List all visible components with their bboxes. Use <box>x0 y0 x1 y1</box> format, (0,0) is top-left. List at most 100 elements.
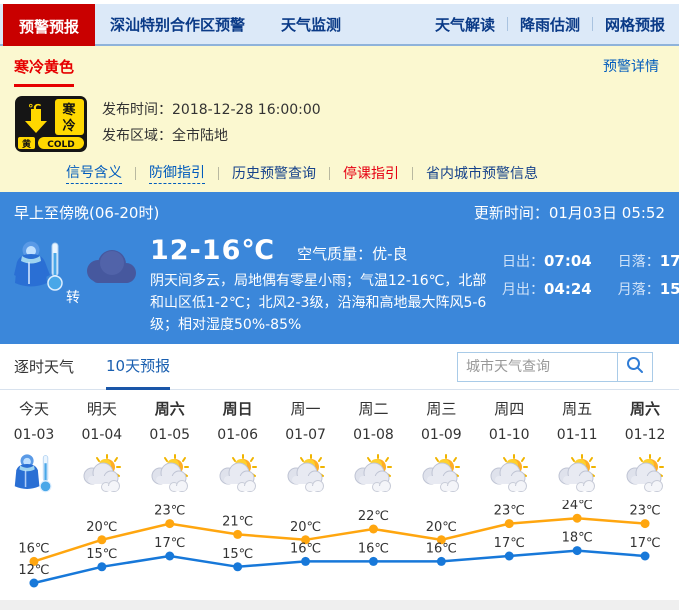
temp-label: 21℃ <box>222 514 253 529</box>
transition-label: 转 <box>66 287 80 307</box>
publish-area-line: 发布区域：全市陆地 <box>102 123 321 149</box>
temp-point <box>505 519 514 528</box>
forecast-day-column[interactable]: 周日01-06 <box>204 390 272 500</box>
overcast-cloud-icon <box>82 247 140 293</box>
nav-link[interactable]: 天气解读 <box>435 14 495 35</box>
alert-link[interactable]: 停课指引 <box>343 163 399 183</box>
forecast-day-column[interactable]: 周五01-11 <box>543 390 611 500</box>
day-date: 01-05 <box>136 422 204 448</box>
temp-label: 17℃ <box>629 536 660 551</box>
forecast-day-column[interactable]: 周二01-08 <box>340 390 408 500</box>
temp-point <box>97 562 106 571</box>
alert-type-tab[interactable]: 寒冷黄色 <box>14 56 74 87</box>
temp-label: 23℃ <box>629 504 660 519</box>
day-date: 01-03 <box>0 422 68 448</box>
temp-label: 16℃ <box>358 541 389 556</box>
nav-tab[interactable]: 深汕特别合作区预警 <box>110 14 245 35</box>
partly-cloudy-icon <box>68 448 136 500</box>
search-button[interactable] <box>617 352 653 382</box>
partly-cloudy-icon <box>543 448 611 500</box>
cold-yellow-alert-icon: ℃ 寒 冷 黄 COLD <box>14 95 88 153</box>
temp-point <box>165 519 174 528</box>
svg-text:寒: 寒 <box>61 102 76 118</box>
temp-line <box>34 518 645 561</box>
alert-link[interactable]: 信号含义 <box>66 162 122 184</box>
temp-line <box>34 551 645 583</box>
cold-person-icon <box>14 239 66 299</box>
sun-moon-value: 15:44 <box>660 280 679 298</box>
day-date: 01-08 <box>340 422 408 448</box>
current-weather-section: 早上至傍晚(06-20时) 更新时间：01月03日 05:52 <box>0 192 679 344</box>
forecast-day-column[interactable]: 周六01-12 <box>611 390 679 500</box>
publish-time-value: 2018-12-28 16:00:00 <box>172 102 321 118</box>
temp-label: 20℃ <box>86 520 117 535</box>
temp-point <box>641 552 650 561</box>
temp-point <box>369 525 378 534</box>
day-date: 01-07 <box>272 422 340 448</box>
temp-label: 17℃ <box>154 536 185 551</box>
forecast-day-column[interactable]: 周一01-07 <box>272 390 340 500</box>
temp-label: 17℃ <box>494 536 525 551</box>
temp-point <box>641 519 650 528</box>
forecast-day-column[interactable]: 周四01-10 <box>475 390 543 500</box>
temp-label: 18℃ <box>562 531 593 546</box>
city-search-input[interactable] <box>457 352 617 382</box>
day-date: 01-09 <box>407 422 475 448</box>
air-quality-label: 空气质量： <box>297 245 372 263</box>
forecast-day-column[interactable]: 今天01-03 <box>0 390 68 500</box>
bottom-strip <box>0 600 679 610</box>
day-name: 明天 <box>68 396 136 422</box>
sun-moon-item: 月落：15:44 <box>618 279 679 299</box>
forecast-day-column[interactable]: 明天01-04 <box>68 390 136 500</box>
nav-link[interactable]: 降雨估测 <box>520 14 580 35</box>
nav-tab-warning-forecast[interactable]: 预警预报 <box>3 4 95 48</box>
nav-link[interactable]: 网格预报 <box>605 14 665 35</box>
air-quality: 空气质量：优-良 <box>297 243 407 264</box>
temp-label: 20℃ <box>426 520 457 535</box>
alert-links-row: 信号含义 防御指引 历史预警查询 停课指引 省内城市预警信息 <box>66 162 665 184</box>
weather-widget: 预警预报 深汕特别合作区预警 天气监测 天气解读 降雨估测 网格预报 寒冷黄色 预警详… <box>0 0 679 610</box>
forecast-day-column[interactable]: 周六01-05 <box>136 390 204 500</box>
tab-inactive[interactable]: 逐时天气 <box>14 344 74 390</box>
alert-link[interactable]: 历史预警查询 <box>232 163 316 183</box>
temp-point <box>29 579 38 588</box>
update-time-label: 更新时间： <box>474 204 549 222</box>
city-search <box>457 352 653 382</box>
temp-label: 20℃ <box>290 520 321 535</box>
sun-moon-item: 月出：04:24 <box>502 279 592 299</box>
temp-point <box>573 546 582 555</box>
temp-point <box>97 535 106 544</box>
forecast-day-column[interactable]: 周三01-09 <box>407 390 475 500</box>
nav-links: 天气解读 降雨估测 网格预报 <box>435 14 665 35</box>
search-icon <box>625 355 645 378</box>
day-name: 周二 <box>340 396 408 422</box>
svg-text:COLD: COLD <box>47 140 74 150</box>
sun-moon-label: 月出： <box>502 282 544 298</box>
temp-label: 23℃ <box>494 504 525 519</box>
cold-person-icon <box>0 448 68 500</box>
temperature-chart: 16℃20℃23℃21℃20℃22℃20℃23℃24℃23℃12℃15℃17℃1… <box>0 500 679 604</box>
temp-point <box>573 514 582 523</box>
alert-detail-link[interactable]: 预警详情 <box>603 56 659 76</box>
day-name: 周一 <box>272 396 340 422</box>
temp-point <box>233 562 242 571</box>
tab-active[interactable]: 10天预报 <box>106 344 170 390</box>
forecast-tabs: 逐时天气 10天预报 <box>14 344 202 390</box>
day-date: 01-12 <box>611 422 679 448</box>
sun-moon-value: 07:04 <box>544 252 592 270</box>
temp-label: 16℃ <box>290 541 321 556</box>
alert-link[interactable]: 省内城市预警信息 <box>426 163 538 183</box>
temp-point <box>301 557 310 566</box>
day-name: 周日 <box>204 396 272 422</box>
temp-point <box>505 552 514 561</box>
partly-cloudy-icon <box>475 448 543 500</box>
sun-moon-value: 04:24 <box>544 280 592 298</box>
divider <box>329 167 330 180</box>
publish-time-label: 发布时间： <box>102 102 172 118</box>
day-name: 周四 <box>475 396 543 422</box>
temp-label: 12℃ <box>18 563 49 578</box>
nav-tab[interactable]: 天气监测 <box>281 14 341 35</box>
temp-label: 15℃ <box>86 547 117 562</box>
alert-link[interactable]: 防御指引 <box>149 162 205 184</box>
publish-time-line: 发布时间：2018-12-28 16:00:00 <box>102 97 321 123</box>
